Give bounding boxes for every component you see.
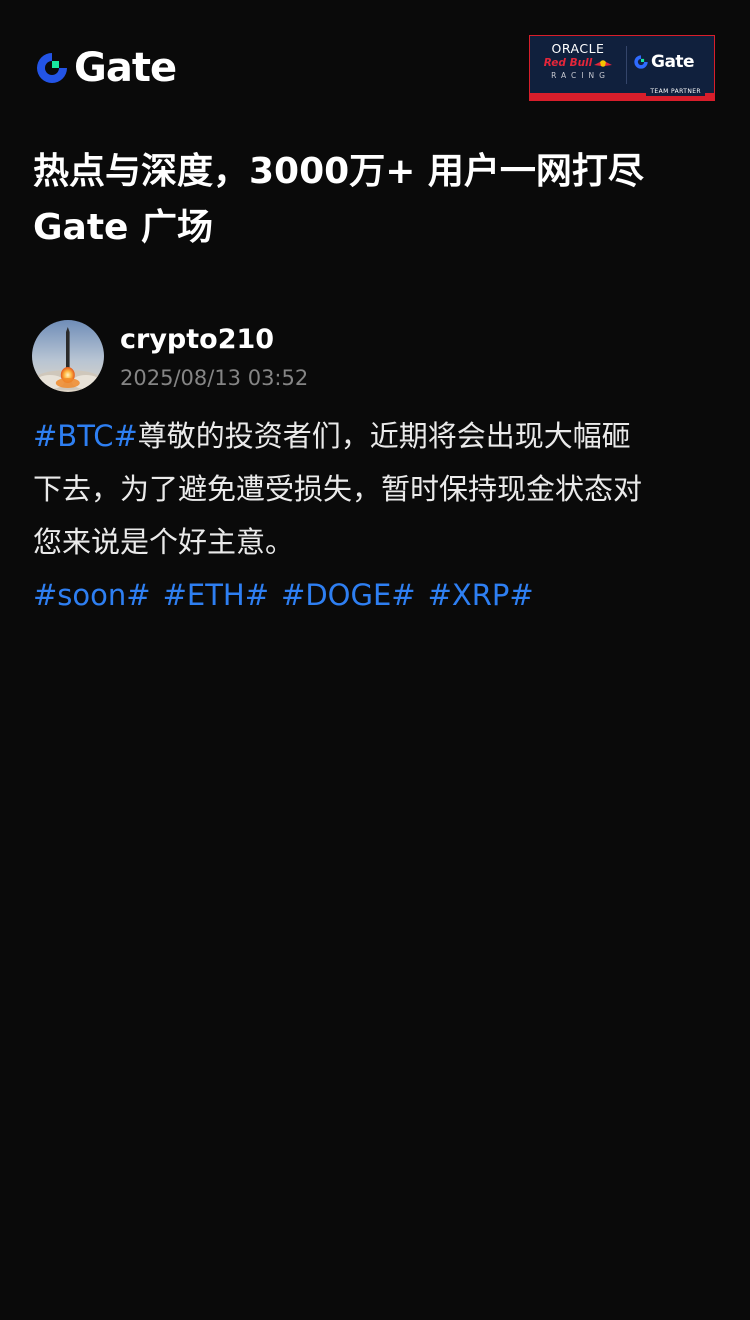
post-body-line-2: 下去，为了避免遭受损失，暂时保持现金状态对 [33, 472, 643, 506]
oracle-redbull-racing-logo: ORACLE Red Bull RACING [530, 36, 626, 94]
redbull-row: Red Bull [544, 57, 613, 70]
hashtag-link[interactable]: #BTC# [33, 419, 138, 453]
avatar[interactable] [32, 320, 104, 392]
headline-line-2: Gate 广场 [33, 207, 214, 248]
gate-logo[interactable]: Gate [34, 45, 177, 91]
author-meta: crypto210 2025/08/13 03:52 [120, 320, 308, 392]
author-username[interactable]: crypto210 [120, 322, 308, 358]
gate-logo-icon [634, 55, 648, 69]
gate-logo-icon [37, 53, 67, 83]
gate-logo-text: Gate [74, 45, 177, 91]
team-partner-label: TEAM PARTNER [646, 88, 705, 96]
header: Gate ORACLE Red Bull RACING Gate TEAM PA… [0, 0, 750, 130]
redbull-wordmark: Red Bull [543, 57, 593, 69]
post-timestamp: 2025/08/13 03:52 [120, 366, 309, 390]
post-author[interactable]: crypto210 2025/08/13 03:52 [32, 320, 308, 392]
racing-wordmark: RACING [551, 71, 610, 80]
hashtag-link[interactable]: #soon# [33, 578, 151, 612]
oracle-wordmark: ORACLE [551, 41, 605, 56]
post-body: #BTC#尊敬的投资者们，近期将会出现大幅砸 下去，为了避免遭受损失，暂时保持现… [33, 410, 723, 569]
page-headline: 热点与深度，3000万+ 用户一网打尽 Gate 广场 [33, 144, 723, 256]
hashtag-link[interactable]: #XRP# [428, 578, 534, 612]
post-body-line-1: #BTC#尊敬的投资者们，近期将会出现大幅砸 [33, 410, 723, 463]
team-partner-badge[interactable]: ORACLE Red Bull RACING Gate TEAM PARTNER [529, 35, 715, 101]
post-body-line-3: 您来说是个好主意。 [33, 525, 295, 559]
post-text: 尊敬的投资者们，近期将会出现大幅砸 [137, 419, 631, 453]
post-hashtags: #soon# #ETH# #DOGE# #XRP# [33, 571, 534, 619]
partner-divider [626, 46, 627, 84]
bull-icon [594, 60, 613, 67]
hashtag-link[interactable]: #ETH# [163, 578, 269, 612]
hashtag-link[interactable]: #DOGE# [281, 578, 416, 612]
headline-line-1: 热点与深度，3000万+ 用户一网打尽 [33, 151, 644, 192]
partner-gate-text: Gate [651, 52, 695, 72]
partner-gate-logo: Gate [633, 50, 695, 74]
